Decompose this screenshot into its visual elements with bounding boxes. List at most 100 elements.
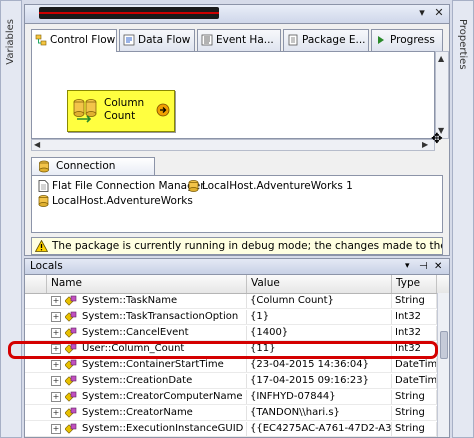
- connection-managers-area: Flat File Connection Manager LocalHost.A…: [31, 175, 443, 233]
- cell-value: {11}: [247, 342, 392, 356]
- cell-type: String: [392, 294, 437, 308]
- cell-value: {1400}: [247, 326, 392, 340]
- column-header-name[interactable]: Name: [47, 275, 247, 293]
- designer-title: Parallelprocessing.dtsx [Design]: [39, 7, 219, 19]
- connection-managers-icon: [39, 160, 49, 173]
- variable-icon: [65, 327, 77, 338]
- package-designer: Parallelprocessing.dtsx [Design] ▾ ✕ Con…: [24, 4, 450, 256]
- locals-title: Locals: [30, 260, 63, 272]
- variable-icon: [65, 375, 77, 386]
- event-handler-icon: [201, 34, 213, 46]
- expand-icon[interactable]: +: [51, 408, 61, 418]
- expand-icon[interactable]: +: [51, 328, 61, 338]
- tab-package-explorer[interactable]: Package E...: [283, 29, 369, 51]
- pan-move-icon[interactable]: ✥: [431, 131, 443, 147]
- cell-type: String: [392, 422, 437, 436]
- cell-name: System::TaskTransactionOption: [79, 310, 247, 324]
- cell-value: {23-04-2015 14:36:04}: [247, 358, 392, 372]
- cell-name: System::CancelEvent: [79, 326, 247, 340]
- expand-icon[interactable]: +: [51, 376, 61, 386]
- connection-flat-file-label: Flat File Connection Manager: [52, 180, 205, 192]
- table-row[interactable]: + System::TaskName {Column Count} String: [25, 294, 437, 309]
- cell-name: System::ExecutionInstanceGUID: [79, 422, 247, 436]
- progress-icon: [378, 36, 384, 44]
- cell-value: {TANDON\\hari.s}: [247, 406, 392, 420]
- tab-event-handlers[interactable]: Event Ha...: [197, 29, 281, 51]
- properties-side-tab[interactable]: Properties: [452, 0, 474, 438]
- scroll-right-icon[interactable]: ▶: [422, 140, 428, 149]
- package-explorer-icon: [288, 34, 298, 46]
- variables-side-tab-label: Variables: [5, 19, 16, 65]
- tab-progress[interactable]: Progress: [371, 29, 443, 51]
- close-icon[interactable]: ✕: [432, 6, 446, 20]
- cell-name: User::Column_Count: [79, 342, 247, 356]
- cell-type: Int32: [392, 326, 437, 340]
- expand-icon[interactable]: +: [51, 360, 61, 370]
- tab-package-explorer-label: Package E...: [302, 34, 366, 46]
- expand-icon[interactable]: +: [51, 344, 61, 354]
- connection-localhost-aw-1[interactable]: LocalHost.AdventureWorks 1: [188, 179, 353, 193]
- tab-data-flow[interactable]: Data Flow: [119, 29, 195, 51]
- locals-vertical-scrollbar[interactable]: [437, 293, 449, 437]
- locals-window: Locals ▾ ⊣ ✕ Name Value Type +System::Ta…: [24, 258, 450, 438]
- locals-title-bar: Locals ▾ ⊣ ✕: [25, 259, 449, 275]
- table-row[interactable]: + User::Column_Count {11} Int32: [25, 342, 437, 357]
- cell-type: Int32: [392, 342, 437, 356]
- window-position-icon[interactable]: ▾: [415, 6, 429, 20]
- data-flow-icon: [123, 34, 135, 46]
- expand-icon[interactable]: +: [51, 296, 61, 306]
- tab-control-flow[interactable]: Control Flow: [31, 29, 117, 52]
- tab-event-handlers-label: Event Ha...: [216, 34, 274, 46]
- debug-warning-bar: The package is currently running in debu…: [31, 237, 443, 255]
- pin-icon[interactable]: ⊣: [419, 259, 428, 274]
- table-row[interactable]: + System::CreatorComputerName {INFHYD-0784…: [25, 390, 437, 405]
- database-icon: [188, 180, 199, 192]
- close-icon[interactable]: ✕: [434, 259, 442, 274]
- canvas-vertical-scrollbar[interactable]: ▲ ▼: [435, 51, 449, 139]
- table-row[interactable]: + System::CreatorName {TANDON\\hari.s} Stri…: [25, 406, 437, 421]
- cell-name: System::CreationDate: [79, 374, 247, 388]
- variable-icon: [65, 359, 77, 370]
- cell-type: String: [392, 406, 437, 420]
- table-row[interactable]: + System::CreationDate {17-04-2015 09:16:2…: [25, 374, 437, 389]
- tab-connection-managers[interactable]: Connection Managers: [31, 157, 155, 189]
- connection-flat-file[interactable]: Flat File Connection Manager: [38, 179, 205, 193]
- expand-icon[interactable]: +: [51, 392, 61, 402]
- scroll-thumb[interactable]: [440, 331, 448, 359]
- cell-name: System::TaskName: [79, 294, 247, 308]
- table-row[interactable]: + System::CancelEvent {1400} Int32: [25, 326, 437, 341]
- cell-value: {1}: [247, 310, 392, 324]
- cell-type: DateTime: [392, 374, 437, 388]
- task-column-count[interactable]: Column Count: [67, 90, 175, 132]
- scroll-left-icon[interactable]: ◀: [34, 140, 40, 149]
- canvas-horizontal-scrollbar[interactable]: ◀ ▶: [31, 139, 435, 151]
- tab-progress-label: Progress: [390, 34, 435, 46]
- cell-value: {INFHYD-07844}: [247, 390, 392, 404]
- expand-icon[interactable]: +: [51, 312, 61, 322]
- column-header-type[interactable]: Type: [392, 275, 437, 293]
- variable-icon: [65, 423, 77, 434]
- column-header-value[interactable]: Value: [247, 275, 392, 293]
- connection-localhost-aw[interactable]: LocalHost.AdventureWorks: [38, 194, 193, 208]
- variables-side-tab[interactable]: Variables: [0, 0, 22, 438]
- header-spacer: [25, 275, 47, 293]
- scroll-up-icon[interactable]: ▲: [438, 54, 444, 63]
- window-position-icon[interactable]: ▾: [405, 259, 410, 274]
- variable-icon: [65, 311, 77, 322]
- cell-name: System::ContainerStartTime: [79, 358, 247, 372]
- cell-name: System::CreatorComputerName: [79, 390, 247, 404]
- table-row[interactable]: + System::TaskTransactionOption {1} Int32: [25, 310, 437, 325]
- cell-value: {Column Count}: [247, 294, 392, 308]
- running-arrow-icon: [156, 103, 170, 117]
- task-label: Column Count: [104, 97, 145, 122]
- table-row[interactable]: + System::ExecutionInstanceGUID {{EC4275AC…: [25, 422, 437, 437]
- row-count-task-icon: [73, 99, 97, 123]
- connection-localhost-aw-1-label: LocalHost.AdventureWorks 1: [202, 180, 353, 192]
- tab-control-flow-label: Control Flow: [50, 34, 116, 46]
- debug-warning-text: The package is currently running in debu…: [52, 240, 442, 252]
- properties-side-tab-label: Properties: [457, 19, 468, 70]
- table-row[interactable]: + System::ContainerStartTime {23-04-2015 1…: [25, 358, 437, 373]
- flat-file-icon: [38, 180, 49, 192]
- control-flow-icon: [35, 34, 47, 46]
- expand-icon[interactable]: +: [51, 424, 61, 434]
